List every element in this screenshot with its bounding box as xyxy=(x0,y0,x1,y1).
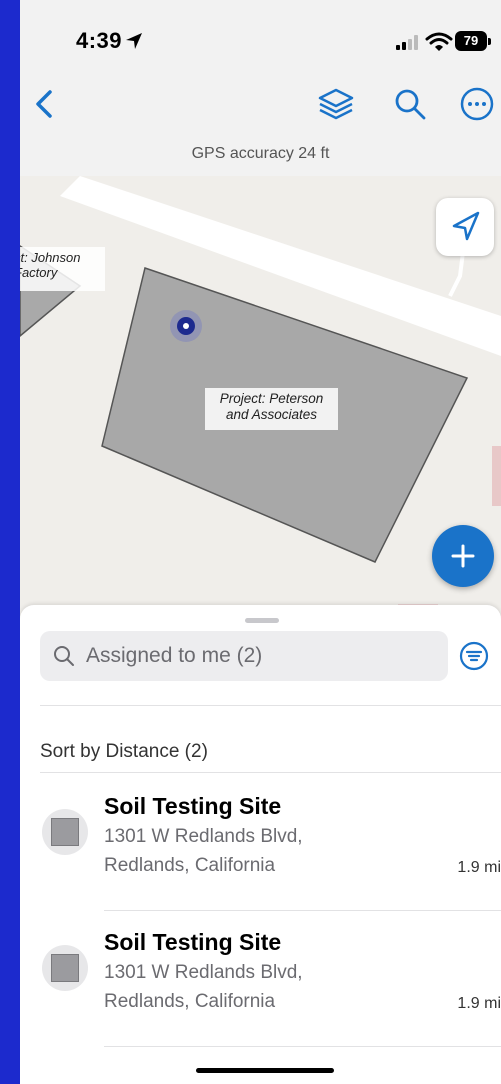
sheet-grabber[interactable] xyxy=(245,618,279,623)
item-address-line2: Redlands, California xyxy=(104,855,276,876)
item-distance: 1.9 mi xyxy=(457,995,501,1012)
app-screen: 4:39 79 GPS accuracy 24 ft ct: Johnson a… xyxy=(20,0,501,1084)
search-placeholder: Assigned to me (2) xyxy=(86,644,263,667)
sort-label[interactable]: Sort by Distance (2) xyxy=(40,741,208,763)
divider xyxy=(40,772,501,773)
add-button[interactable] xyxy=(432,525,494,587)
locate-button[interactable] xyxy=(436,198,494,256)
list-item[interactable]: Soil Testing Site 1301 W Redlands Blvd, … xyxy=(20,911,501,1046)
checkbox-square xyxy=(51,818,79,846)
divider xyxy=(40,705,501,706)
map-label-johnson: ct: Johnson Factory xyxy=(20,247,105,291)
home-indicator[interactable] xyxy=(196,1068,334,1073)
map-label-peterson: Project: Peterson and Associates xyxy=(205,388,338,430)
map-label-line: Factory xyxy=(20,265,58,280)
search-icon xyxy=(54,646,74,666)
map-feature xyxy=(492,446,501,506)
status-bar: 4:39 79 xyxy=(20,0,501,80)
item-address-line1: 1301 W Redlands Blvd, xyxy=(104,826,303,847)
plus-icon xyxy=(451,544,475,568)
assignment-checkbox[interactable] xyxy=(42,809,88,855)
chevron-left-icon[interactable] xyxy=(30,84,60,124)
item-distance: 1.9 mi xyxy=(457,859,501,876)
nav-bar xyxy=(20,80,501,132)
map-label-line: Project: Peterson xyxy=(219,391,324,406)
cellular-signal-icon xyxy=(396,35,418,50)
ellipsis-circle-icon[interactable] xyxy=(457,84,497,124)
checkbox-square xyxy=(51,954,79,982)
search-field[interactable]: Assigned to me (2) xyxy=(40,631,448,681)
item-title: Soil Testing Site xyxy=(104,793,282,819)
battery-level: 79 xyxy=(455,31,487,51)
divider xyxy=(104,1046,501,1047)
location-arrow-icon xyxy=(126,33,142,49)
item-title: Soil Testing Site xyxy=(104,929,282,955)
bottom-sheet: Assigned to me (2) Sort by Distance (2) … xyxy=(20,605,501,1084)
wifi-icon xyxy=(425,32,453,51)
item-address-line2: Redlands, California xyxy=(104,991,276,1012)
battery-indicator: 79 xyxy=(455,31,493,53)
search-icon[interactable] xyxy=(390,84,430,124)
gps-accuracy-label: GPS accuracy 24 ft xyxy=(20,132,501,177)
navigation-arrow-icon xyxy=(452,211,480,241)
layers-icon[interactable] xyxy=(316,84,356,124)
map-label-line: and Associates xyxy=(225,407,318,422)
map-view[interactable]: ct: Johnson Factory Project: Peterson an… xyxy=(20,176,501,616)
item-address-line1: 1301 W Redlands Blvd, xyxy=(104,962,303,983)
assignment-checkbox[interactable] xyxy=(42,945,88,991)
list-item[interactable]: Soil Testing Site 1301 W Redlands Blvd, … xyxy=(20,775,501,910)
status-time: 4:39 xyxy=(76,28,123,53)
map-label-line: ct: Johnson xyxy=(20,250,81,265)
filter-icon[interactable] xyxy=(458,640,490,672)
battery-cap xyxy=(488,38,491,45)
